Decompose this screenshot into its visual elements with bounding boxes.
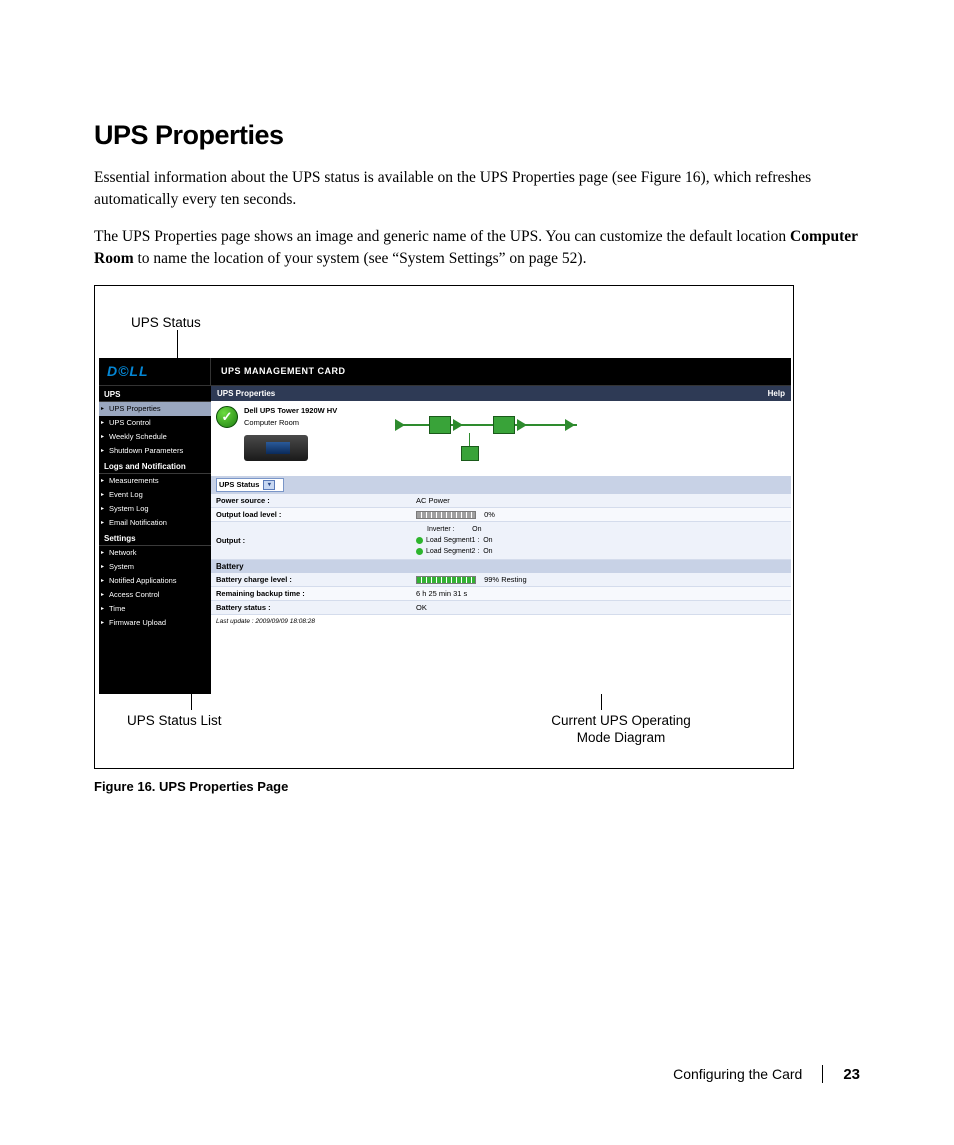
- flow-block-1: [429, 416, 451, 434]
- sidebar-item-event-log[interactable]: Event Log: [99, 488, 211, 502]
- sidebar-item-network[interactable]: Network: [99, 546, 211, 560]
- figure-container: UPS Status UPS Status List Current UPS O…: [94, 285, 794, 769]
- logo-cell: D©LL: [99, 358, 211, 385]
- row-remaining-backup: Remaining backup time : 6 h 25 min 31 s: [211, 587, 791, 601]
- last-update: Last update : 2009/09/09 18:08:28: [211, 615, 791, 628]
- value: AC Power: [416, 496, 786, 505]
- row-power-source: Power source : AC Power: [211, 494, 791, 508]
- page-footer: Configuring the Card 23: [673, 1065, 860, 1083]
- flow-arrow-icon: [453, 419, 463, 431]
- value: 6 h 25 min 31 s: [416, 589, 786, 598]
- main-panel: UPS Properties Help ✓ Dell UPS Tower 192…: [211, 386, 791, 694]
- flow-arrow-icon: [565, 419, 575, 431]
- row-battery-charge: Battery charge level : 99% Resting: [211, 573, 791, 587]
- row-battery-status: Battery status : OK: [211, 601, 791, 615]
- device-summary-area: ✓ Dell UPS Tower 1920W HV Computer Room: [211, 401, 791, 476]
- section-heading: UPS Properties: [94, 120, 860, 151]
- callout-br-l1: Current UPS Operating: [551, 713, 691, 728]
- label: Power source :: [216, 496, 416, 505]
- sidebar-item-notified-applications[interactable]: Notified Applications: [99, 574, 211, 588]
- para2-post: to name the location of your system (see…: [134, 250, 587, 267]
- flow-line: [397, 424, 577, 426]
- charge-bar-icon: [416, 576, 476, 584]
- sidebar-item-weekly-schedule[interactable]: Weekly Schedule: [99, 430, 211, 444]
- sidebar-section-settings: Settings: [99, 530, 211, 546]
- led-icon: [416, 537, 423, 544]
- ups-status-dropdown[interactable]: UPS Status ▾: [216, 478, 284, 492]
- intro-paragraph-2: The UPS Properties page shows an image a…: [94, 226, 860, 271]
- sidebar-item-email-notification[interactable]: Email Notification: [99, 516, 211, 530]
- callout-ups-status: UPS Status: [131, 314, 201, 332]
- callout-mode-diagram: Current UPS Operating Mode Diagram: [531, 712, 711, 747]
- device-name: Dell UPS Tower 1920W HV: [244, 404, 337, 417]
- panel-title-bar: UPS Properties Help: [211, 386, 791, 401]
- seg2-label: Load Segment2 :: [426, 548, 479, 555]
- device-image: [244, 435, 308, 461]
- ups-management-card-app: D©LL UPS MANAGEMENT CARD UPS UPS Propert…: [99, 358, 791, 694]
- value: Inverter : On Load Segment1 : On Load Se…: [416, 524, 786, 558]
- battery-section-header: Battery: [211, 560, 791, 573]
- help-link[interactable]: Help: [768, 389, 785, 398]
- para2-pre: The UPS Properties page shows an image a…: [94, 228, 790, 245]
- label: Battery status :: [216, 603, 416, 612]
- value: 99% Resting: [416, 575, 786, 584]
- inverter-label: Inverter :: [427, 526, 455, 533]
- page-number: 23: [843, 1066, 860, 1083]
- flow-arrow-icon: [517, 419, 527, 431]
- sidebar-item-measurements[interactable]: Measurements: [99, 474, 211, 488]
- value: OK: [416, 603, 786, 612]
- sidebar-item-system-log[interactable]: System Log: [99, 502, 211, 516]
- app-header: D©LL UPS MANAGEMENT CARD: [99, 358, 791, 386]
- sidebar-item-ups-control[interactable]: UPS Control: [99, 416, 211, 430]
- footer-section: Configuring the Card: [673, 1066, 802, 1082]
- intro-paragraph-1: Essential information about the UPS stat…: [94, 167, 860, 212]
- app-title: UPS MANAGEMENT CARD: [211, 366, 346, 376]
- footer-separator: [822, 1065, 823, 1083]
- chevron-down-icon: ▾: [263, 480, 275, 490]
- label: Battery charge level :: [216, 575, 416, 584]
- charge-value: 99% Resting: [484, 575, 527, 584]
- flow-arrow-icon: [395, 419, 405, 431]
- operating-mode-diagram: [397, 410, 597, 470]
- dell-logo: D©LL: [107, 363, 149, 379]
- flow-block-battery: [461, 446, 479, 461]
- seg1-value: On: [483, 537, 492, 544]
- label: Remaining backup time :: [216, 589, 416, 598]
- value: 0%: [416, 510, 786, 519]
- seg2-value: On: [483, 548, 492, 555]
- sidebar-section-ups: UPS: [99, 386, 211, 402]
- sidebar-item-shutdown-parameters[interactable]: Shutdown Parameters: [99, 444, 211, 458]
- seg1-label: Load Segment1 :: [426, 537, 479, 544]
- row-output-load: Output load level : 0%: [211, 508, 791, 522]
- panel-title: UPS Properties: [217, 389, 275, 398]
- load-bar-icon: [416, 511, 476, 519]
- sidebar-section-logs: Logs and Notification: [99, 458, 211, 474]
- label: Output load level :: [216, 510, 416, 519]
- inverter-value: On: [472, 526, 481, 533]
- led-icon: [416, 548, 423, 555]
- status-ok-icon: ✓: [216, 406, 238, 428]
- sidebar-item-time[interactable]: Time: [99, 602, 211, 616]
- device-block: ✓ Dell UPS Tower 1920W HV Computer Room: [216, 404, 337, 461]
- callout-status-list: UPS Status List: [127, 712, 222, 730]
- sidebar-item-ups-properties[interactable]: UPS Properties: [99, 402, 211, 416]
- figure-caption: Figure 16. UPS Properties Page: [94, 779, 860, 794]
- sidebar-item-firmware-upload[interactable]: Firmware Upload: [99, 616, 211, 630]
- sidebar: UPS UPS Properties UPS Control Weekly Sc…: [99, 386, 211, 694]
- device-location: Computer Room: [244, 416, 337, 429]
- sidebar-item-system[interactable]: System: [99, 560, 211, 574]
- status-dropdown-row: UPS Status ▾: [211, 476, 791, 494]
- sidebar-item-access-control[interactable]: Access Control: [99, 588, 211, 602]
- load-percent: 0%: [484, 510, 495, 519]
- row-output: Output : Inverter : On Load Segment1 : O…: [211, 522, 791, 561]
- status-table: UPS Status ▾ Power source : AC Power Out…: [211, 476, 791, 629]
- flow-block-2: [493, 416, 515, 434]
- callout-br-l2: Mode Diagram: [577, 730, 666, 745]
- label: Output :: [216, 536, 416, 545]
- dropdown-label: UPS Status: [219, 480, 259, 489]
